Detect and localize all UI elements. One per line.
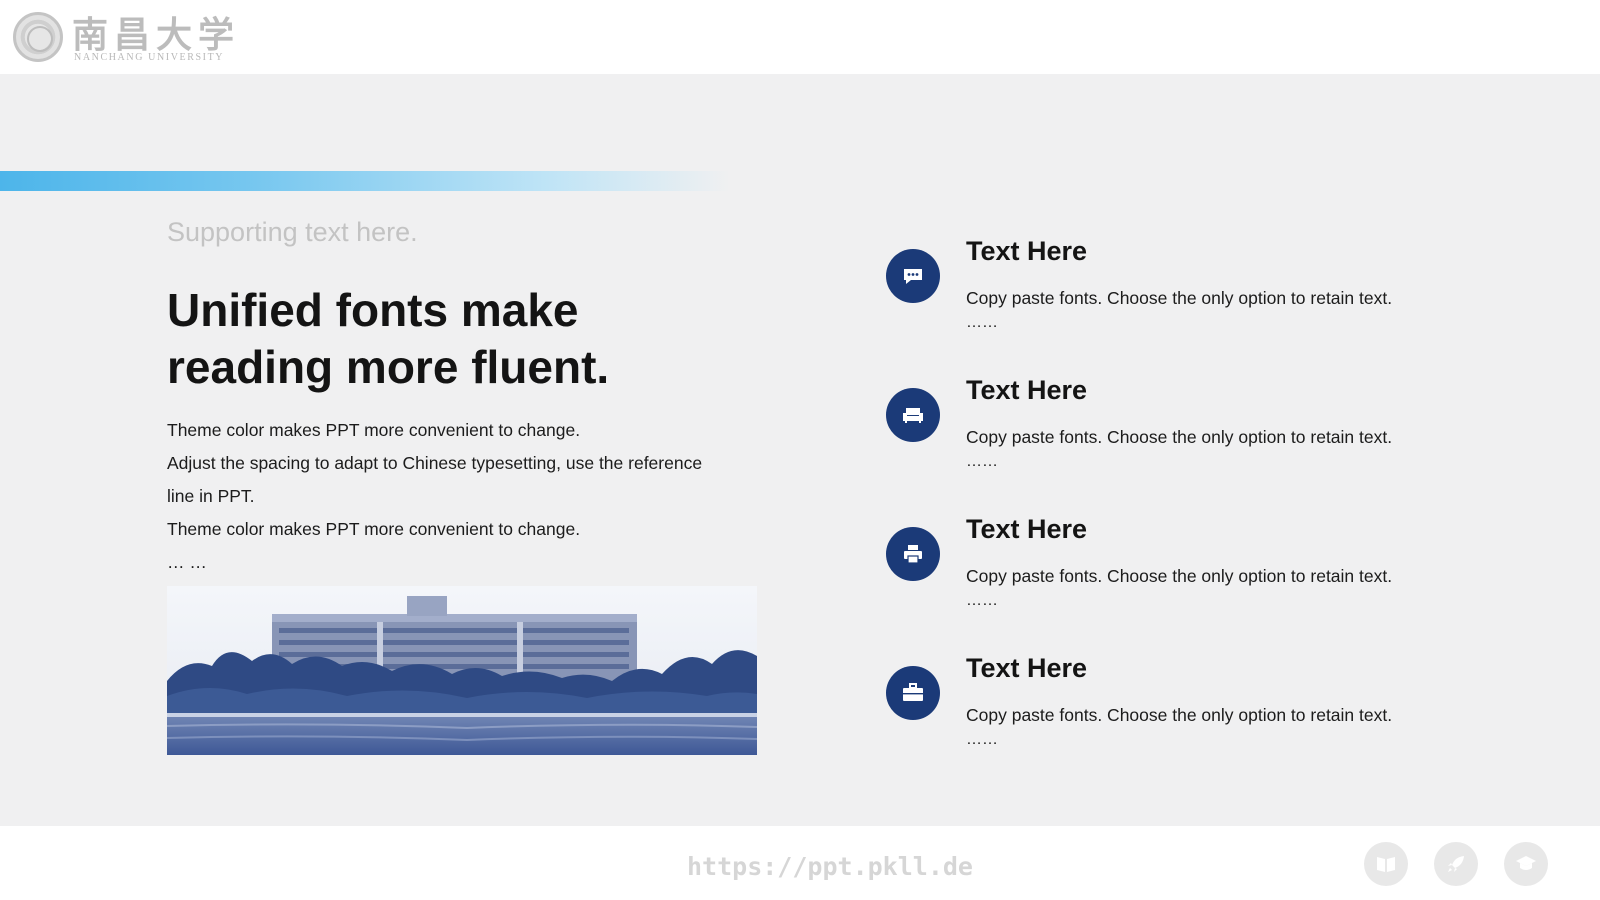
item-ellipsis: ……: [966, 592, 998, 609]
feature-item-3: Text Here Copy paste fonts. Choose the o…: [884, 514, 1504, 634]
university-seal-icon: [13, 12, 63, 62]
item-description: Copy paste fonts. Choose the only option…: [966, 566, 1393, 586]
feature-item-1: Text Here Copy paste fonts. Choose the o…: [884, 236, 1504, 356]
footer-url[interactable]: https://ppt.pkll.de: [687, 852, 973, 881]
item-title: Text Here: [966, 375, 1088, 405]
accent-bar: [0, 171, 730, 191]
printer-icon: [886, 527, 940, 581]
logo-english-name: NANCHANG UNIVERSITY: [74, 52, 225, 63]
item-title: Text Here: [966, 236, 1088, 266]
item-ellipsis: ……: [966, 731, 998, 748]
feature-item-4: Text Here Copy paste fonts. Choose the o…: [884, 653, 1504, 773]
headline-line-1: Unified fonts make: [167, 284, 579, 336]
item-description: Copy paste fonts. Choose the only option…: [966, 427, 1393, 447]
header: 南昌大学 NANCHANG UNIVERSITY: [0, 0, 1600, 74]
body-ellipsis: … …: [167, 552, 207, 572]
headline-line-2: reading more fluent.: [167, 341, 610, 393]
body-line: line in PPT.: [167, 486, 255, 506]
body-line: Adjust the spacing to adapt to Chinese t…: [167, 453, 703, 473]
item-title: Text Here: [966, 653, 1088, 683]
rocket-icon[interactable]: [1434, 842, 1478, 886]
body-line: Theme color makes PPT more convenient to…: [167, 420, 581, 440]
body-text: Theme color makes PPT more convenient to…: [167, 414, 757, 579]
body-line: Theme color makes PPT more convenient to…: [167, 519, 581, 539]
feature-item-2: Text Here Copy paste fonts. Choose the o…: [884, 375, 1504, 495]
book-icon[interactable]: [1364, 842, 1408, 886]
sofa-icon: [886, 388, 940, 442]
item-description: Copy paste fonts. Choose the only option…: [966, 705, 1393, 725]
footer: https://ppt.pkll.de: [0, 826, 1600, 900]
campus-building-photo: [167, 586, 757, 755]
headline: Unified fonts make reading more fluent.: [167, 282, 787, 396]
item-description: Copy paste fonts. Choose the only option…: [966, 288, 1393, 308]
graduation-cap-icon[interactable]: [1504, 842, 1548, 886]
briefcase-icon: [886, 666, 940, 720]
item-ellipsis: ……: [966, 314, 998, 331]
campus-building-image: [167, 586, 757, 755]
logo-chinese-name: 南昌大学: [72, 14, 241, 56]
item-title: Text Here: [966, 514, 1088, 544]
item-ellipsis: ……: [966, 453, 998, 470]
supporting-text: Supporting text here.: [167, 217, 418, 247]
chat-bubble-icon: [886, 249, 940, 303]
